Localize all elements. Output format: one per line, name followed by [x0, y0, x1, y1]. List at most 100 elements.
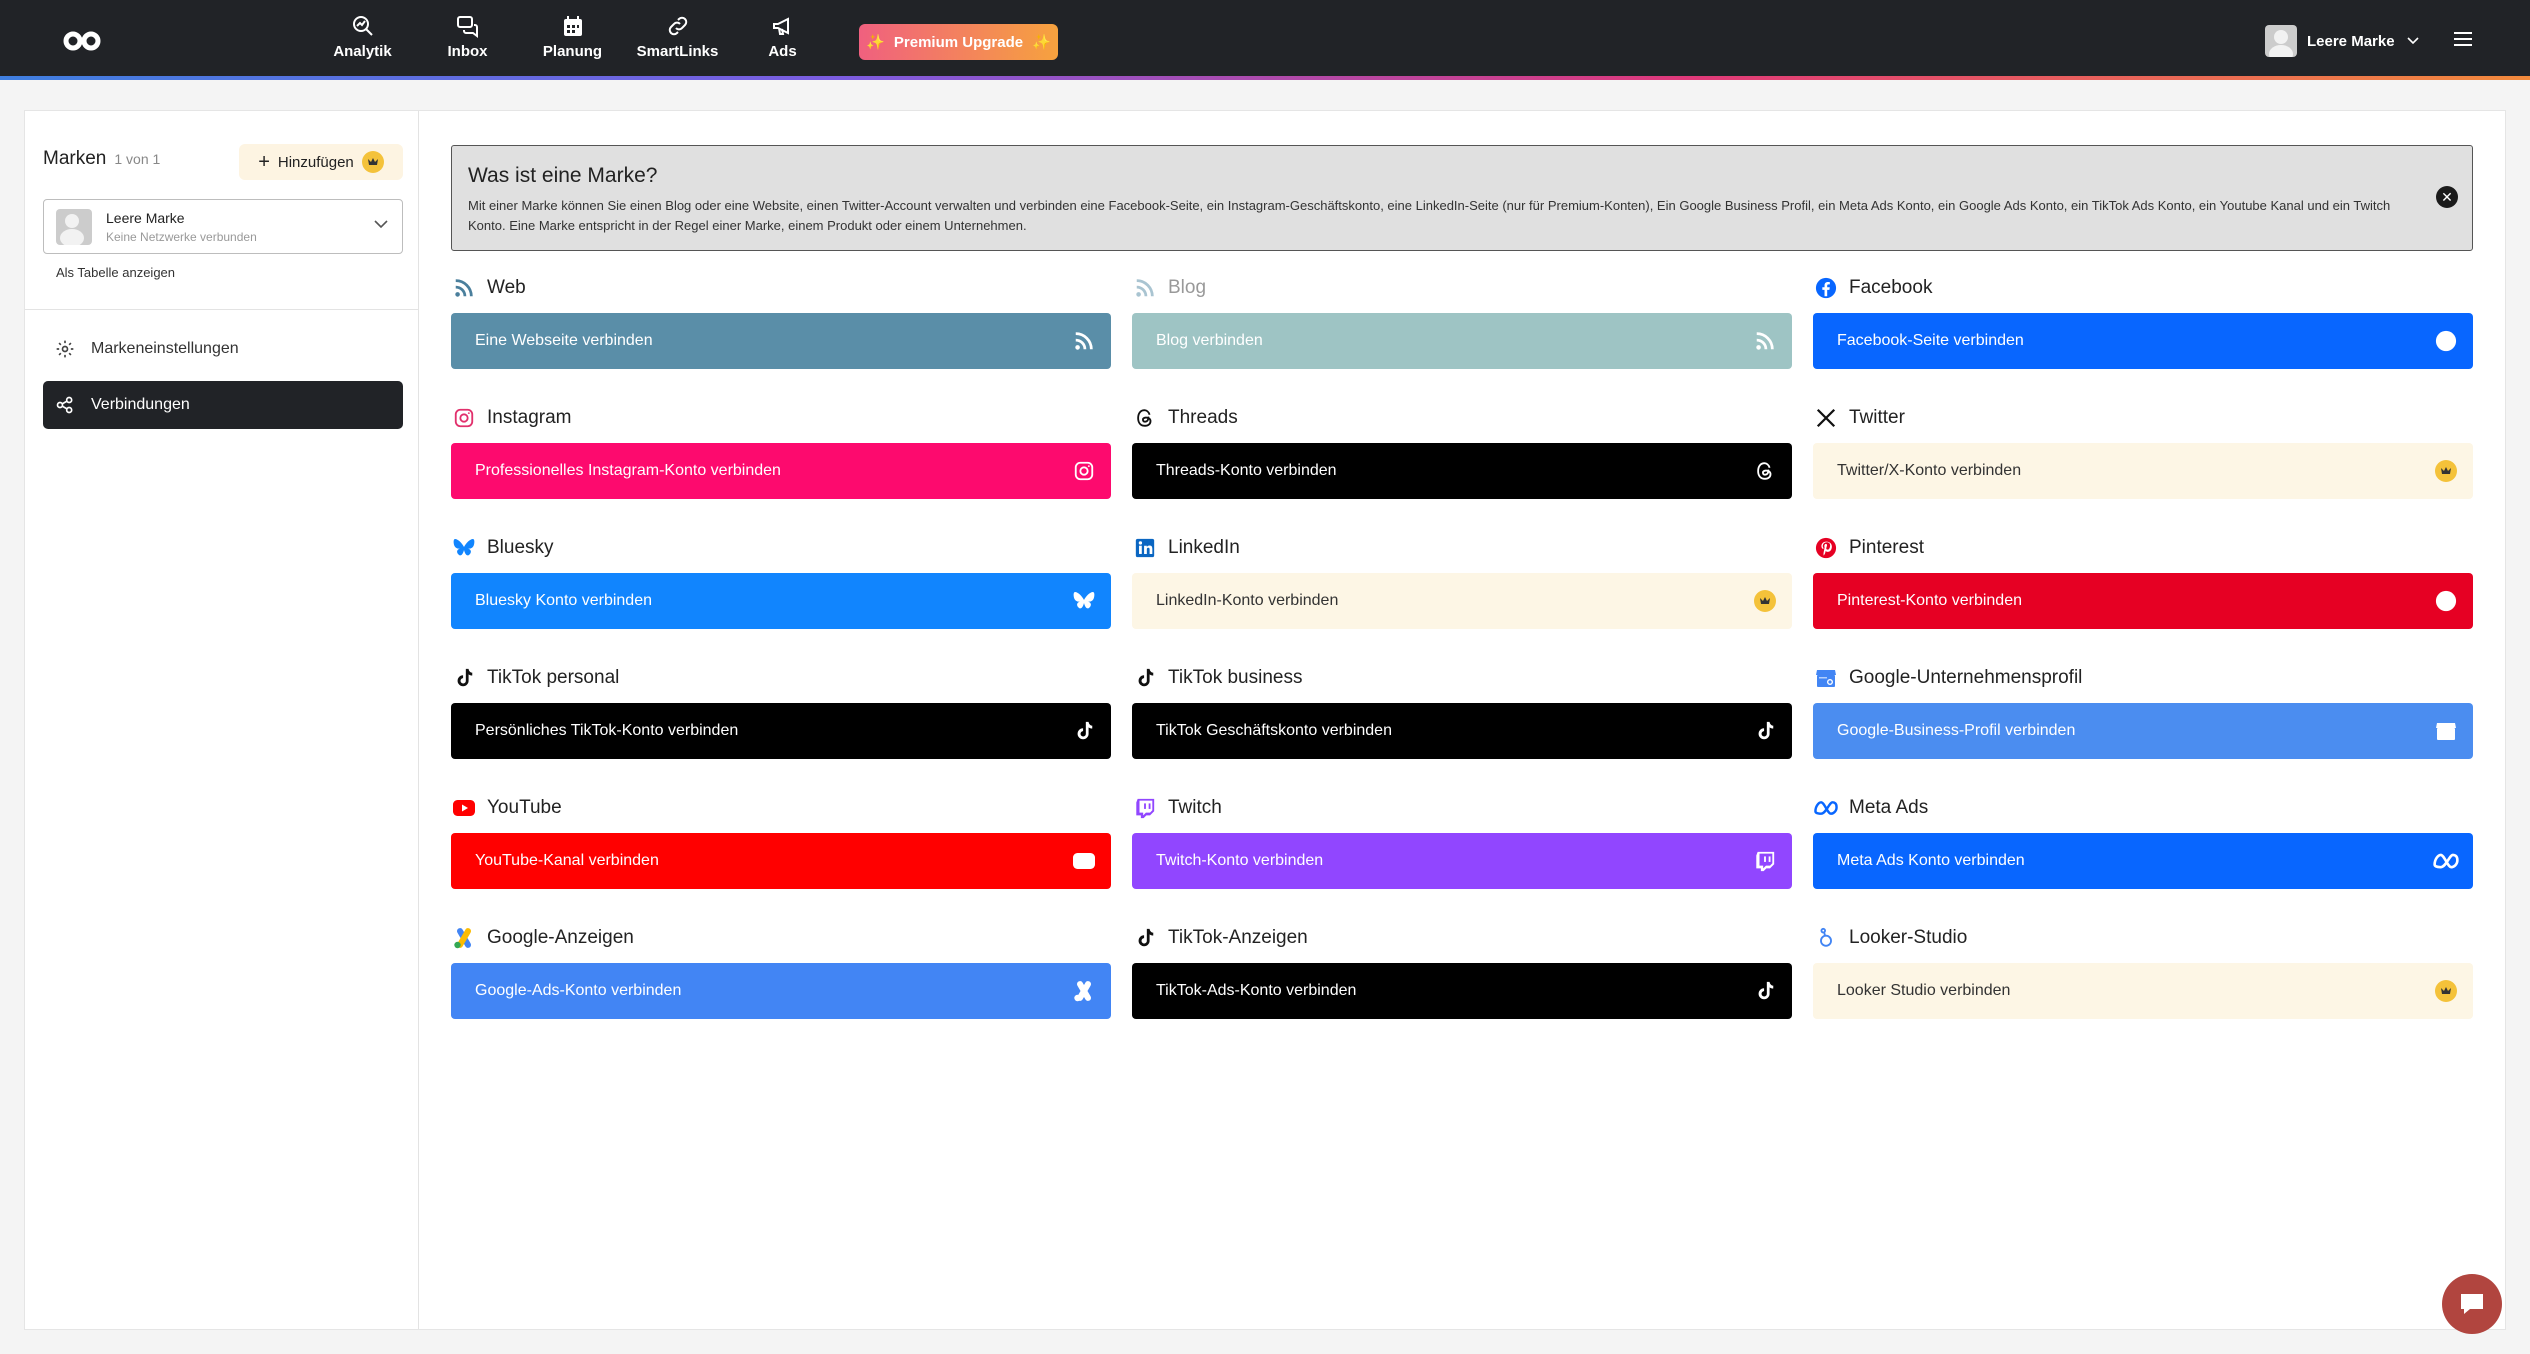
connect-button-label: TikTok Geschäftskonto verbinden [1156, 722, 1392, 739]
rss-icon [1751, 327, 1779, 355]
connect-button[interactable]: Pinterest-Konto verbinden [1813, 573, 2473, 629]
tiktok-icon [1751, 717, 1779, 745]
close-icon[interactable]: ✕ [2436, 186, 2458, 208]
connect-button-label: Google-Business-Profil verbinden [1837, 722, 2076, 739]
twitch-icon [1751, 847, 1779, 875]
nav-label: Inbox [447, 43, 488, 60]
connect-button-label: Google-Ads-Konto verbinden [475, 982, 682, 999]
connection-title: TikTok-Anzeigen [1168, 927, 1308, 948]
logo-icon[interactable] [62, 28, 102, 54]
top-navigation-bar: Analytik Inbox Planung SmartLinks Ads ✨ … [0, 0, 2530, 80]
nav-planung[interactable]: Planung [520, 14, 625, 60]
tiktok-icon [1132, 925, 1158, 951]
meta-icon [1813, 795, 1839, 821]
connect-button[interactable]: Professionelles Instagram-Konto verbinde… [451, 443, 1111, 499]
connect-button[interactable]: YouTube-Kanal verbinden [451, 833, 1111, 889]
user-menu[interactable]: Leere Marke [2265, 25, 2419, 57]
connect-button[interactable]: Eine Webseite verbinden [451, 313, 1111, 369]
connection-header: Google-Anzeigen [451, 925, 1111, 951]
tiktok-icon [1132, 665, 1158, 691]
connection-title: Twitter [1849, 407, 1905, 428]
instagram-icon [451, 405, 477, 431]
connect-button[interactable]: Google-Business-Profil verbinden [1813, 703, 2473, 759]
main-nav: Analytik Inbox Planung SmartLinks Ads [310, 14, 835, 60]
connect-button-label: Twitch-Konto verbinden [1156, 852, 1324, 869]
show-as-table-link[interactable]: Als Tabelle anzeigen [56, 265, 175, 280]
rss-icon [451, 275, 477, 301]
nav-smartlinks[interactable]: SmartLinks [625, 14, 730, 60]
connection-card-facebook: Facebook Facebook-Seite verbinden [1813, 275, 2473, 369]
pinterest-icon [2432, 587, 2460, 615]
connection-card-twitch: Twitch Twitch-Konto verbinden [1132, 795, 1792, 889]
connection-card-meta-ads: Meta Ads Meta Ads Konto verbinden [1813, 795, 2473, 889]
chat-support-button[interactable] [2442, 1274, 2502, 1334]
connection-title: Facebook [1849, 277, 1933, 298]
linkedin-icon [1132, 535, 1158, 561]
connect-button-label: TikTok-Ads-Konto verbinden [1156, 982, 1357, 999]
connect-button[interactable]: Twitch-Konto verbinden [1132, 833, 1792, 889]
chevron-down-icon [2406, 37, 2419, 45]
nav-label: Planung [542, 43, 603, 60]
info-text: Mit einer Marke können Sie einen Blog od… [468, 198, 2391, 233]
connect-button[interactable]: Blog verbinden [1132, 313, 1792, 369]
info-box: Was ist eine Marke? Mit einer Marke könn… [451, 145, 2473, 251]
chevron-down-icon [374, 220, 388, 229]
connect-button[interactable]: Facebook-Seite verbinden [1813, 313, 2473, 369]
connect-button[interactable]: Google-Ads-Konto verbinden [451, 963, 1111, 1019]
connection-card-blog: Blog Blog verbinden [1132, 275, 1792, 369]
nav-analytik[interactable]: Analytik [310, 14, 415, 60]
hamburger-menu-icon[interactable] [2454, 32, 2472, 46]
connect-button[interactable]: Persönliches TikTok-Konto verbinden [451, 703, 1111, 759]
premium-upgrade-button[interactable]: ✨ Premium Upgrade ✨ [859, 24, 1058, 60]
connection-title: Looker-Studio [1849, 927, 1968, 948]
connection-title: Threads [1168, 407, 1238, 428]
connect-button[interactable]: Twitter/X-Konto verbinden [1813, 443, 2473, 499]
connection-title: Meta Ads [1849, 797, 1929, 818]
connect-button[interactable]: LinkedIn-Konto verbinden [1132, 573, 1792, 629]
tiktok-icon [451, 665, 477, 691]
connection-title: YouTube [487, 797, 562, 818]
rss-icon [1132, 275, 1158, 301]
connect-button[interactable]: TikTok Geschäftskonto verbinden [1132, 703, 1792, 759]
calendar-icon [563, 16, 582, 36]
connection-title: Google-Anzeigen [487, 927, 634, 948]
nav-ads[interactable]: Ads [730, 14, 835, 60]
connect-button[interactable]: TikTok-Ads-Konto verbinden [1132, 963, 1792, 1019]
brand-selector[interactable]: Leere Marke Keine Netzwerke verbunden [43, 199, 403, 254]
connect-button[interactable]: Threads-Konto verbinden [1132, 443, 1792, 499]
looker-icon [1813, 925, 1839, 951]
connect-button-label: Facebook-Seite verbinden [1837, 332, 2024, 349]
nav-inbox[interactable]: Inbox [415, 14, 520, 60]
info-title: Was ist eine Marke? [468, 164, 658, 187]
google-ads-icon [451, 925, 477, 951]
sidebar-item-label: Markeneinstellungen [91, 340, 239, 357]
user-name: Leere Marke [2307, 32, 2395, 50]
connect-button[interactable]: Bluesky Konto verbinden [451, 573, 1111, 629]
connection-header: TikTok business [1132, 665, 1792, 691]
megaphone-icon [772, 17, 789, 35]
sidebar-item-connections[interactable]: Verbindungen [43, 381, 403, 429]
connect-button-label: Professionelles Instagram-Konto verbinde… [475, 462, 781, 479]
connect-button-label: Blog verbinden [1156, 332, 1263, 349]
youtube-icon [1070, 847, 1098, 875]
connect-button[interactable]: Meta Ads Konto verbinden [1813, 833, 2473, 889]
sparkle-icon: ✨ [1032, 34, 1051, 51]
threads-icon [1132, 405, 1158, 431]
connection-title: TikTok business [1168, 667, 1303, 688]
premium-badge-icon [2432, 457, 2460, 485]
connection-header: TikTok personal [451, 665, 1111, 691]
connect-button-label: Pinterest-Konto verbinden [1837, 592, 2022, 609]
connection-card-youtube: YouTube YouTube-Kanal verbinden [451, 795, 1111, 889]
link-icon [668, 16, 687, 36]
connection-header: Google-Unternehmensprofil [1813, 665, 2473, 691]
google-ads-icon [1070, 977, 1098, 1005]
connection-title: LinkedIn [1168, 537, 1240, 558]
connection-header: Web [451, 275, 1111, 301]
connection-header: Twitch [1132, 795, 1792, 821]
connection-title: Pinterest [1849, 537, 1924, 558]
nav-label: Analytik [333, 43, 392, 60]
brand-name: Leere Marke [106, 209, 185, 226]
add-brand-button[interactable]: + Hinzufügen [239, 144, 403, 180]
connect-button[interactable]: Looker Studio verbinden [1813, 963, 2473, 1019]
sidebar-item-brand-settings[interactable]: Markeneinstellungen [43, 325, 403, 373]
